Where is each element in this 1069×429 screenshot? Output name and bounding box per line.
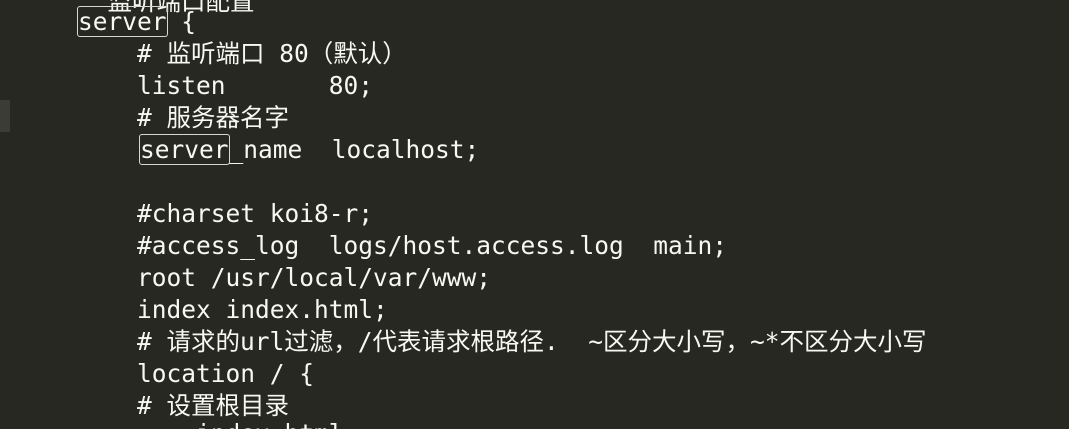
open-brace: {	[166, 7, 197, 36]
code-line: index.html	[78, 418, 344, 429]
code-editor[interactable]: 监听端口配置 server { # 监听端口 80（默认） listen 80;…	[0, 0, 1069, 429]
code-line: listen 80;	[78, 71, 374, 100]
code-line-server-name: server_name localhost;	[139, 134, 480, 166]
code-line: # 请求的url过滤，/代表请求根路径. ~区分大小写，~*不区分大小写	[78, 327, 927, 356]
matched-word-highlight: server	[77, 6, 168, 37]
code-line-server-block: server {	[77, 6, 197, 38]
matched-word-highlight: server	[139, 134, 230, 165]
code-line: index index.html;	[78, 295, 388, 324]
code-line: # 监听端口 80（默认）	[78, 39, 407, 68]
code-line: # 服务器名字	[78, 103, 290, 132]
code-line: location / {	[78, 359, 315, 388]
code-line: #access_log logs/host.access.log main;	[78, 231, 728, 260]
server-name-suffix: _name localhost;	[228, 135, 480, 164]
code-line: root /usr/local/var/www;	[78, 263, 492, 292]
code-line: #charset koi8-r;	[78, 199, 374, 228]
code-area[interactable]: 监听端口配置 server { # 监听端口 80（默认） listen 80;…	[0, 0, 1069, 429]
